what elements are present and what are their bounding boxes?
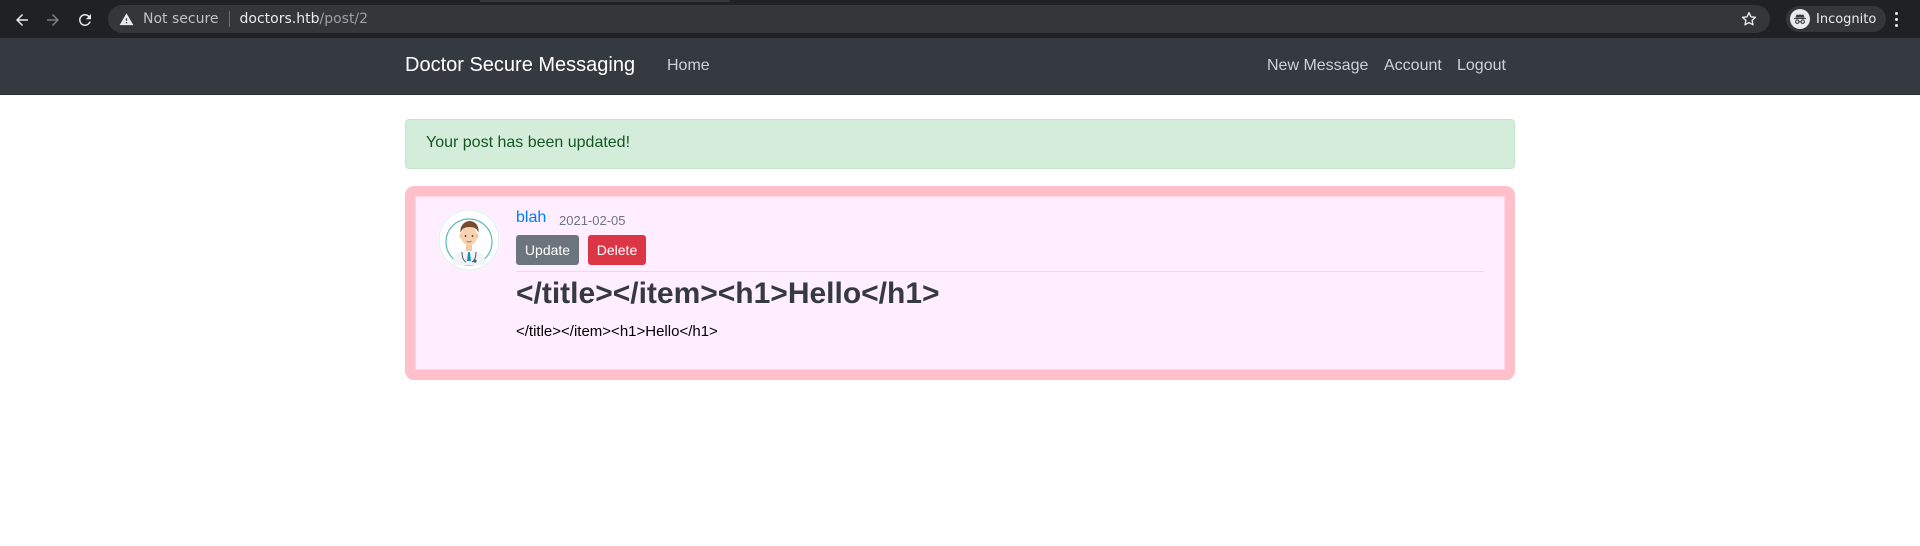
post-body: blah 2021-02-05 Update Delete </title></… [415, 196, 1505, 370]
nav-home-link[interactable]: Home [667, 57, 710, 75]
incognito-icon [1790, 9, 1810, 29]
nav-account-link[interactable]: Account [1384, 57, 1442, 75]
incognito-profile-button[interactable]: Incognito [1786, 6, 1887, 32]
arrow-left-icon [16, 14, 28, 26]
site-brand[interactable]: Doctor Secure Messaging [405, 54, 635, 77]
post-title: </title></item><h1>Hello</h1> [516, 277, 940, 310]
nav-logout-link[interactable]: Logout [1457, 57, 1506, 75]
reload-button[interactable] [72, 7, 98, 33]
omnibox-divider [228, 11, 230, 27]
post-divider [516, 271, 1484, 272]
post-date: 2021-02-05 [559, 213, 626, 228]
success-alert: Your post has been updated! [405, 119, 1515, 169]
post-content: </title></item><h1>Hello</h1> [516, 323, 718, 340]
address-bar[interactable]: Not secure doctors.htb/post/2 [108, 5, 1770, 33]
nav-new-message-link[interactable]: New Message [1267, 57, 1368, 75]
incognito-label: Incognito [1816, 11, 1877, 27]
doctor-avatar [438, 209, 500, 271]
alert-message: Your post has been updated! [426, 134, 631, 151]
star-icon[interactable] [1740, 10, 1758, 28]
tab-strip-edge [480, 0, 730, 2]
warning-triangle-icon[interactable] [119, 11, 135, 27]
site-navbar: Doctor Secure Messaging Home New Message… [0, 38, 1920, 95]
browser-toolbar: Not secure doctors.htb/post/2 Incognito [0, 0, 1920, 38]
security-status[interactable]: Not secure [143, 11, 219, 27]
delete-post-button[interactable]: Delete [588, 235, 646, 265]
back-button[interactable] [9, 7, 35, 33]
forward-button[interactable] [40, 7, 66, 33]
update-post-button[interactable]: Update [516, 235, 579, 265]
post-card: blah 2021-02-05 Update Delete </title></… [405, 186, 1515, 380]
arrow-right-icon [47, 14, 59, 26]
url-path[interactable]: /post/2 [319, 11, 368, 27]
post-author-link[interactable]: blah [516, 209, 546, 227]
reload-icon [79, 13, 91, 26]
url-host[interactable]: doctors.htb [240, 11, 320, 27]
kebab-menu-icon[interactable] [1886, 9, 1906, 29]
